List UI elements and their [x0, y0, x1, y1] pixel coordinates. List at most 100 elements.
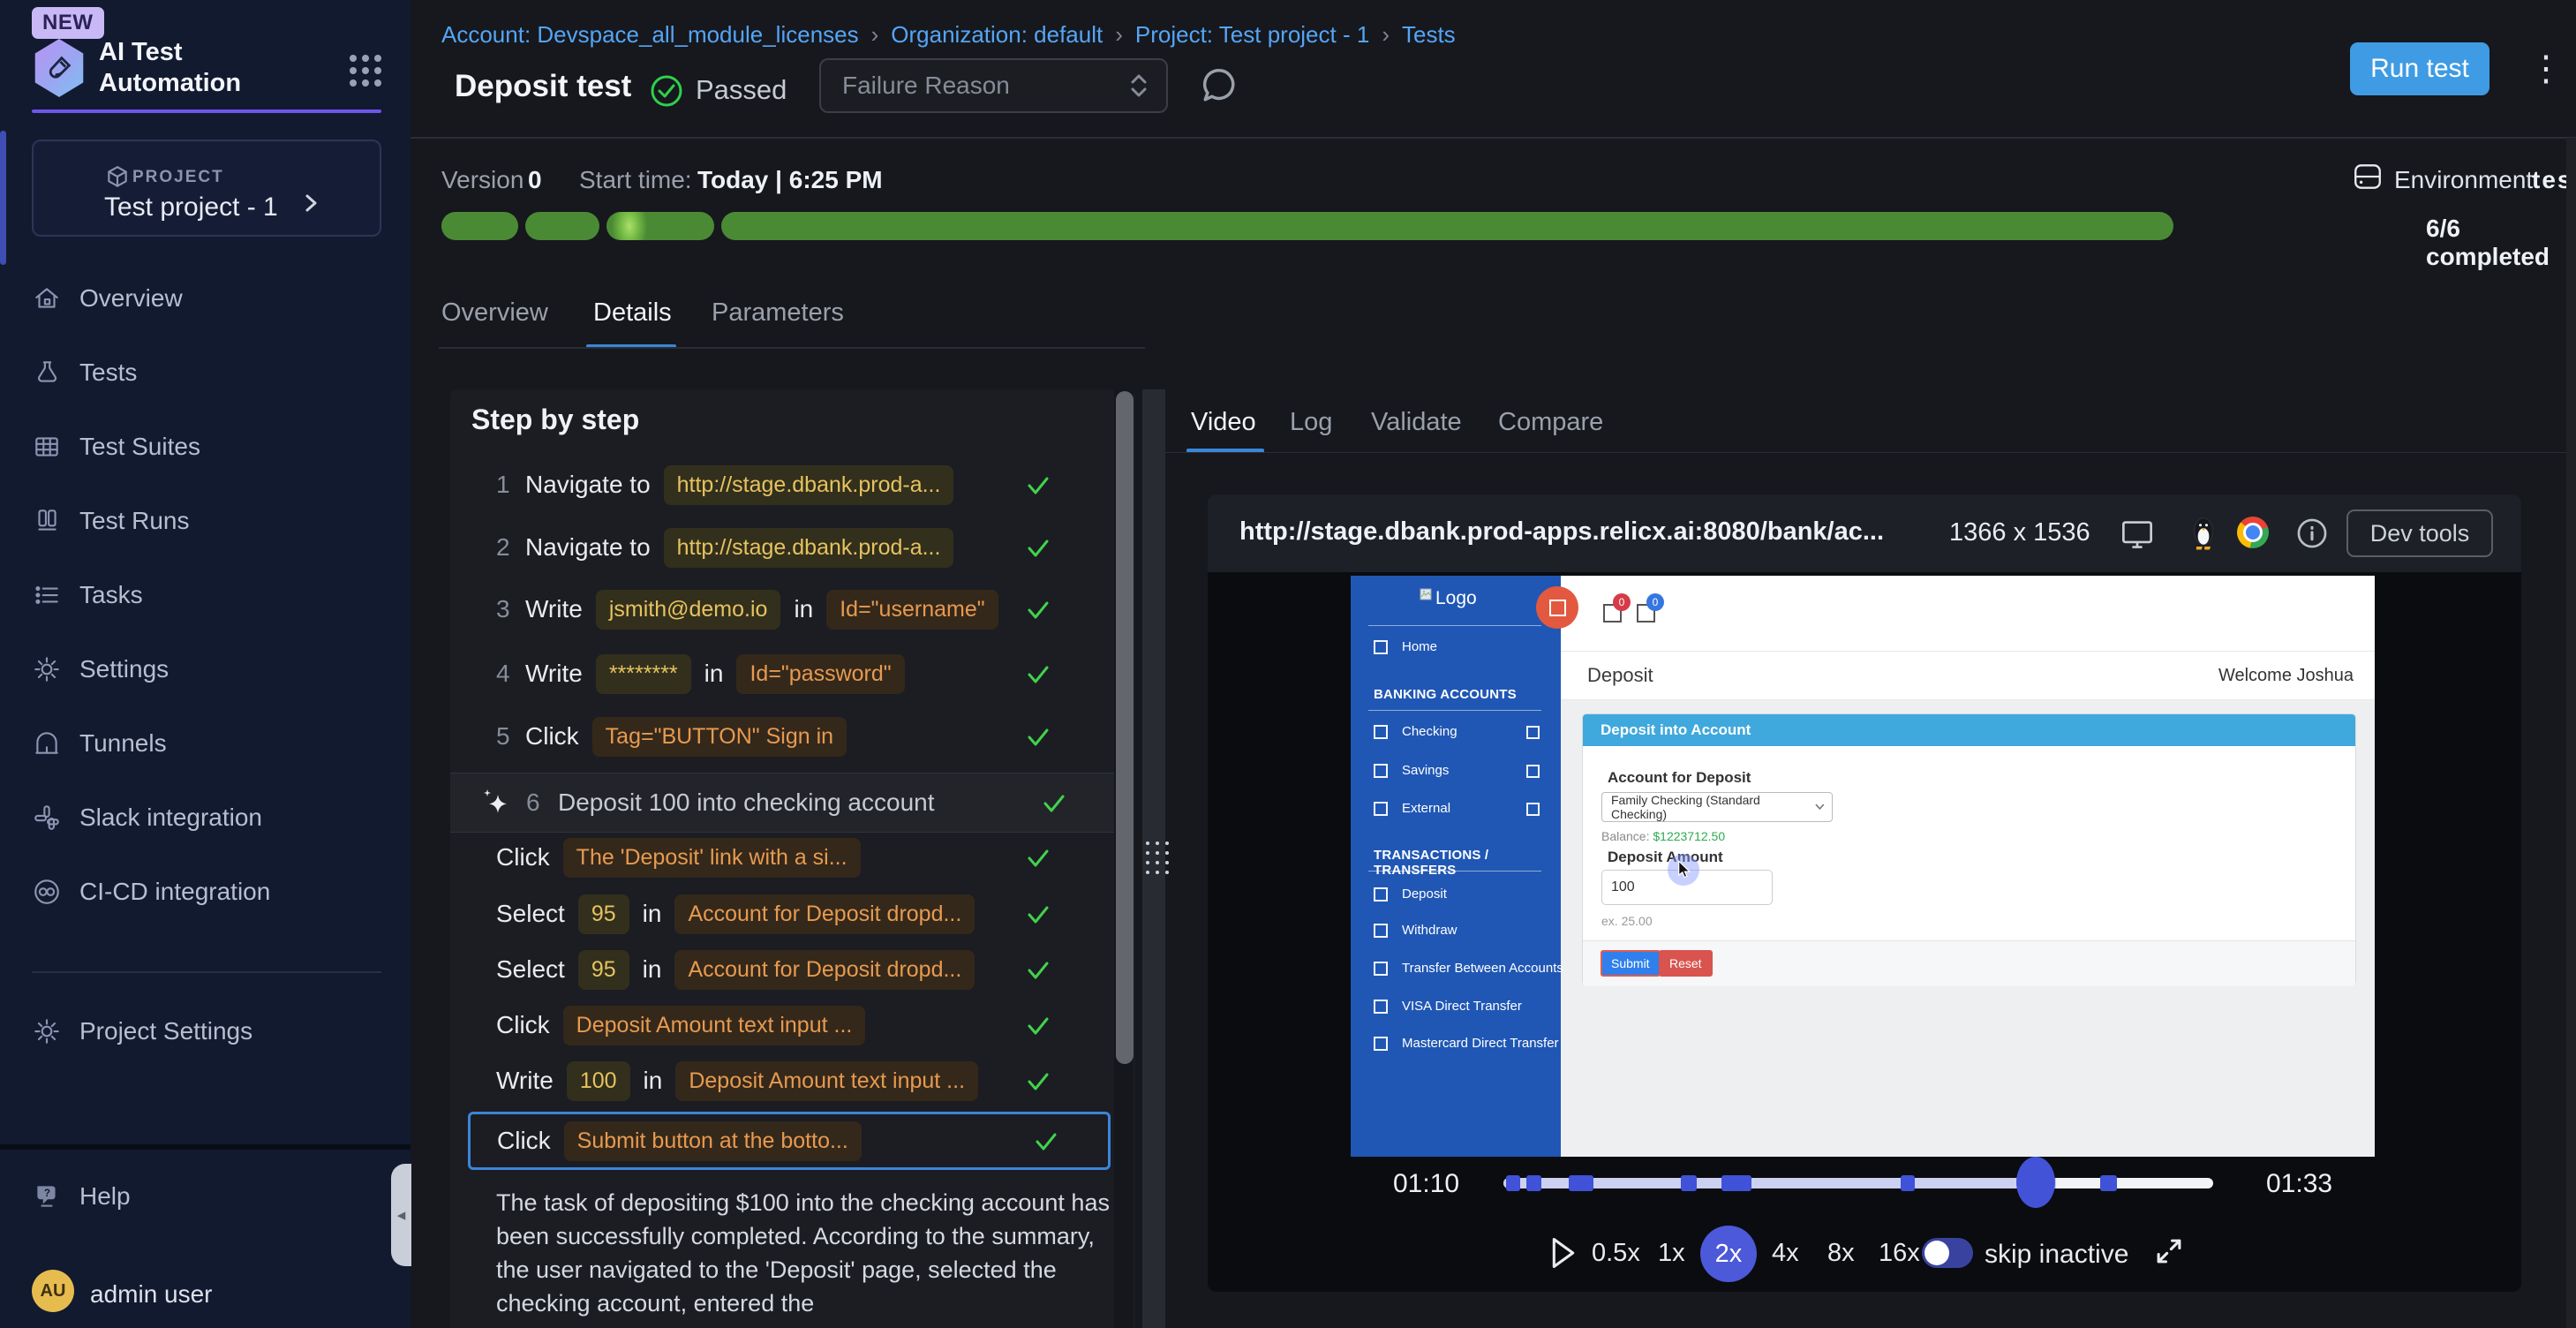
home-icon [32, 283, 62, 313]
breadcrumb-project[interactable]: Project: Test project - 1 [1135, 21, 1369, 49]
user-avatar[interactable]: AU [32, 1270, 74, 1312]
step-value-badge: http://stage.dbank.prod-a... [664, 465, 954, 505]
step-row-5[interactable]: 5 Click Tag="BUTTON" Sign in [496, 712, 1100, 761]
substep-row-5[interactable]: Write 100 in Deposit Amount text input .… [496, 1056, 1100, 1105]
sidebar-item-test-suites[interactable]: Test Suites [32, 422, 385, 472]
step-number: 4 [496, 660, 512, 688]
breadcrumb-tests[interactable]: Tests [1402, 21, 1456, 49]
check-icon [1024, 843, 1052, 872]
step-row-4[interactable]: 4 Write ******** in Id="password" [496, 649, 1100, 698]
tab-validate[interactable]: Validate [1371, 408, 1462, 437]
video-frame[interactable]: Logo Home BANKING ACCOUNTS Checking Savi… [1351, 576, 2375, 1157]
substep-row-1[interactable]: Click The 'Deposit' link with a si... [496, 833, 1100, 882]
progress-completed-text: 6/6 completed [2426, 215, 2576, 271]
step-row-3[interactable]: 3 Write jsmith@demo.io in Id="username" [496, 585, 1100, 634]
sidebar-item-cicd-integration[interactable]: CI-CD integration [32, 867, 385, 917]
bank-divider [1368, 710, 1541, 711]
speed-4x-button[interactable]: 4x [1772, 1239, 1799, 1268]
speed-2x-button-active[interactable]: 2x [1700, 1226, 1757, 1282]
sidebar-item-help[interactable]: ? Help [32, 1172, 385, 1221]
step-verb: Write [525, 660, 583, 688]
square-action-icon [1526, 803, 1540, 816]
tab-parameters[interactable]: Parameters [712, 298, 844, 328]
sidebar-collapse-handle[interactable]: ◂ [391, 1164, 411, 1266]
tab-log[interactable]: Log [1290, 408, 1332, 437]
start-time-label: Start time: [579, 166, 692, 194]
substep-row-2[interactable]: Select 95 in Account for Deposit dropd..… [496, 889, 1100, 939]
tab-overview[interactable]: Overview [441, 298, 548, 328]
start-time-value: Today | 6:25 PM [697, 166, 883, 194]
breadcrumb-account[interactable]: Account: Devspace_all_module_licenses [441, 21, 859, 49]
fullscreen-icon[interactable] [2152, 1234, 2186, 1268]
step-number: 1 [496, 471, 512, 499]
substep-row-3[interactable]: Select 95 in Account for Deposit dropd..… [496, 945, 1100, 994]
comment-icon[interactable] [1199, 65, 1239, 106]
dev-tools-button[interactable]: Dev tools [2346, 509, 2493, 557]
speed-0-5x-button[interactable]: 0.5x [1592, 1239, 1640, 1268]
tab-compare[interactable]: Compare [1498, 408, 1603, 437]
step-verb: Select [496, 900, 565, 928]
speed-16x-button[interactable]: 16x [1879, 1239, 1920, 1268]
sidebar-item-tunnels[interactable]: Tunnels [32, 719, 385, 768]
broken-image-icon [1420, 588, 1432, 600]
apps-grid-icon[interactable] [344, 49, 387, 92]
breadcrumb-organization[interactable]: Organization: default [891, 21, 1103, 49]
video-resolution: 1366 x 1536 [1949, 518, 2090, 547]
video-url-bar: http://stage.dbank.prod-apps.relicx.ai:8… [1208, 494, 2521, 572]
sidebar-item-test-runs[interactable]: Test Runs [32, 496, 385, 546]
sidebar-item-overview[interactable]: Overview [32, 274, 385, 323]
timeline-marker [1506, 1175, 1520, 1191]
substep-row-6-selected[interactable]: Click Submit button at the botto... [468, 1112, 1111, 1170]
check-icon [1032, 1127, 1060, 1155]
step-verb: Navigate to [525, 471, 651, 499]
tab-details[interactable]: Details [593, 298, 672, 328]
timeline-marker [1681, 1175, 1697, 1191]
sidebar-item-slack-integration[interactable]: Slack integration [32, 793, 385, 842]
sidebar-item-label: Settings [79, 655, 169, 683]
bank-nav-external: External [1374, 801, 1450, 816]
linux-penguin-icon [2190, 516, 2217, 551]
environment-icon [2352, 161, 2384, 192]
square-bullet-icon [1374, 802, 1388, 816]
step-verb: Click [525, 722, 579, 751]
steps-scrollbar-thumb[interactable] [1116, 391, 1134, 1064]
timeline-playhead[interactable] [2016, 1157, 2055, 1208]
step-row-2[interactable]: 2 Navigate to http://stage.dbank.prod-a.… [496, 523, 1100, 572]
substep-row-4[interactable]: Click Deposit Amount text input ... [496, 1000, 1100, 1050]
skip-inactive-toggle[interactable] [1922, 1238, 1973, 1268]
project-switcher[interactable]: PROJECT Test project - 1 [32, 140, 381, 237]
step-verb: Click [496, 1011, 550, 1039]
sidebar-item-settings[interactable]: Settings [32, 645, 385, 694]
sidebar-item-project-settings[interactable]: Project Settings [32, 1007, 385, 1056]
speed-8x-button[interactable]: 8x [1827, 1239, 1855, 1268]
step-group-row[interactable]: 6 Deposit 100 into checking account [450, 773, 1116, 833]
step-row-1[interactable]: 1 Navigate to http://stage.dbank.prod-a.… [496, 460, 1100, 509]
panel-resize-divider[interactable] [1142, 389, 1165, 1328]
sidebar-scrollbar[interactable] [0, 131, 6, 265]
app-logo-icon [32, 39, 87, 97]
page-scrollbar-track[interactable] [2566, 138, 2576, 1328]
bank-amount-label: Deposit Amount [1608, 849, 1723, 866]
run-test-button[interactable]: Run test [2350, 42, 2489, 95]
sidebar-item-label: Test Suites [79, 433, 200, 461]
info-icon[interactable] [2295, 517, 2329, 550]
failure-reason-select[interactable]: Failure Reason [819, 58, 1168, 113]
infinity-icon [32, 877, 62, 907]
kebab-menu-icon[interactable]: ⋮ [2528, 49, 2564, 88]
speed-1x-button[interactable]: 1x [1658, 1239, 1685, 1268]
play-icon[interactable] [1549, 1236, 1578, 1270]
drag-handle-icon[interactable] [1146, 841, 1169, 874]
timeline-track[interactable] [1503, 1178, 2213, 1188]
timeline-current-time: 01:10 [1393, 1169, 1459, 1199]
step-prep: in [704, 660, 724, 688]
step-selector-badge: Deposit Amount text input ... [675, 1061, 978, 1101]
app-title: AI Test Automation [99, 37, 311, 99]
sidebar-item-tasks[interactable]: Tasks [32, 570, 385, 620]
tab-video[interactable]: Video [1191, 408, 1256, 437]
sidebar-item-tests[interactable]: Tests [32, 348, 385, 397]
step-selector-badge: Id="password" [736, 654, 904, 694]
status-badge: Passed [696, 74, 787, 106]
new-badge: NEW [32, 7, 104, 39]
version-label: Version [441, 166, 523, 194]
flag-icon: 0 [1637, 604, 1655, 622]
